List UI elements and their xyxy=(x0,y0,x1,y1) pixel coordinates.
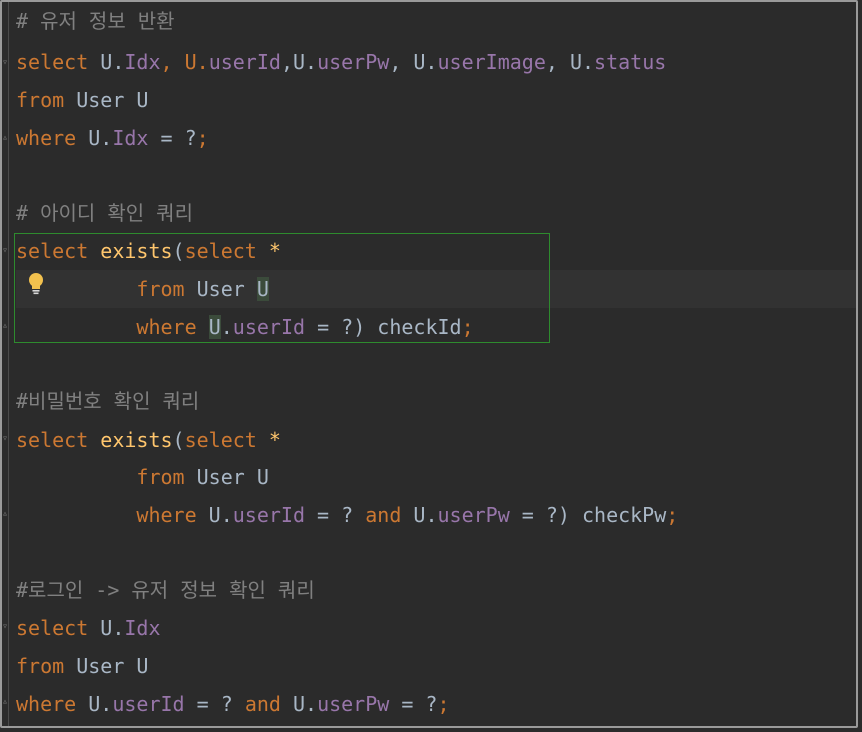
field-token: status xyxy=(594,50,667,74)
keyword-from: from xyxy=(16,654,65,678)
code-line[interactable]: from User U xyxy=(16,458,269,496)
fold-marker-icon[interactable]: ▿ xyxy=(2,245,12,257)
field-token: Idx xyxy=(124,50,161,74)
fold-marker-icon[interactable]: ▵ xyxy=(2,320,12,332)
field-token: userId xyxy=(112,692,185,716)
field-token: userPw xyxy=(437,503,510,527)
code-line[interactable]: from User U xyxy=(16,647,148,685)
semicolon: ; xyxy=(196,126,209,150)
keyword-where: where xyxy=(136,503,197,527)
keyword-from: from xyxy=(16,88,65,112)
fold-marker-icon[interactable]: ▿ xyxy=(2,433,12,445)
code-token: , U. xyxy=(389,50,438,74)
code-token: U. xyxy=(100,50,125,74)
field-token: Idx xyxy=(112,126,149,150)
code-token: U. xyxy=(280,692,318,716)
code-token: = ? xyxy=(389,692,438,716)
code-token: U. xyxy=(196,503,233,527)
field-token: userId xyxy=(232,503,306,527)
fold-marker-icon[interactable]: ▿ xyxy=(2,621,12,633)
code-token: , U. xyxy=(545,50,595,74)
code-token: User U xyxy=(64,654,149,678)
code-token: = ? xyxy=(305,503,366,527)
fold-marker-icon[interactable]: ▵ xyxy=(2,696,12,708)
function-exists: exists xyxy=(100,428,173,452)
code-token: U. xyxy=(88,616,125,640)
code-line[interactable]: select exists(select * xyxy=(16,421,281,459)
field-token: userId xyxy=(208,50,281,74)
keyword-and: and xyxy=(244,692,281,716)
gutter xyxy=(8,2,9,726)
code-token: = ?) checkPw xyxy=(509,503,667,527)
field-token: userPw xyxy=(317,50,390,74)
code-line-comment[interactable]: # 아이디 확인 쿼리 xyxy=(16,194,193,232)
code-token: = ? xyxy=(148,126,197,150)
field-token: userPw xyxy=(317,692,390,716)
code-line-comment[interactable]: # 유저 정보 반환 xyxy=(16,2,175,40)
keyword-select: select xyxy=(184,428,257,452)
fold-marker-icon[interactable]: ▿ xyxy=(2,57,12,69)
code-token: User U xyxy=(184,465,269,489)
code-token: U. xyxy=(76,126,113,150)
code-line[interactable]: select U.Idx, U.userId,U.userPw, U.userI… xyxy=(16,43,666,81)
code-token: , U. xyxy=(160,50,209,74)
keyword-select: select xyxy=(16,428,89,452)
semicolon: ; xyxy=(437,692,450,716)
keyword-select: select xyxy=(16,616,89,640)
code-token: * xyxy=(256,428,281,452)
code-line[interactable]: select U.Idx xyxy=(16,609,161,647)
code-line[interactable]: where U.userId = ? and U.userPw = ?) che… xyxy=(16,496,678,534)
code-line-comment[interactable]: #비밀번호 확인 쿼리 xyxy=(16,382,199,420)
code-editor[interactable]: ▿ ▵ ▿ ▵ ▿ ▵ ▿ ▵ # 유저 정보 반환 select U.Idx,… xyxy=(0,0,858,728)
fold-marker-icon[interactable]: ▵ xyxy=(2,132,12,144)
code-token: ( xyxy=(172,428,185,452)
code-line[interactable]: from User U xyxy=(16,81,148,119)
field-token: Idx xyxy=(124,616,161,640)
keyword-select: select xyxy=(16,50,89,74)
code-token: = ? xyxy=(184,692,245,716)
code-line[interactable]: where U.Idx = ?; xyxy=(16,119,209,157)
lightbulb-icon[interactable] xyxy=(28,272,44,296)
keyword-where: where xyxy=(16,692,77,716)
field-token: userImage xyxy=(437,50,546,74)
semicolon: ; xyxy=(666,503,679,527)
keyword-from: from xyxy=(136,465,185,489)
code-line[interactable]: where U.userId = ? and U.userPw = ?; xyxy=(16,685,450,723)
code-token: ,U. xyxy=(280,50,318,74)
keyword-and: and xyxy=(365,503,402,527)
selected-statement-box xyxy=(14,233,550,343)
code-line-comment[interactable]: #로그인 -> 유저 정보 확인 쿼리 xyxy=(16,571,315,609)
code-token: U. xyxy=(401,503,438,527)
keyword-where: where xyxy=(16,126,77,150)
fold-marker-icon[interactable]: ▵ xyxy=(2,508,12,520)
code-token: User U xyxy=(64,88,149,112)
code-token: U. xyxy=(76,692,113,716)
